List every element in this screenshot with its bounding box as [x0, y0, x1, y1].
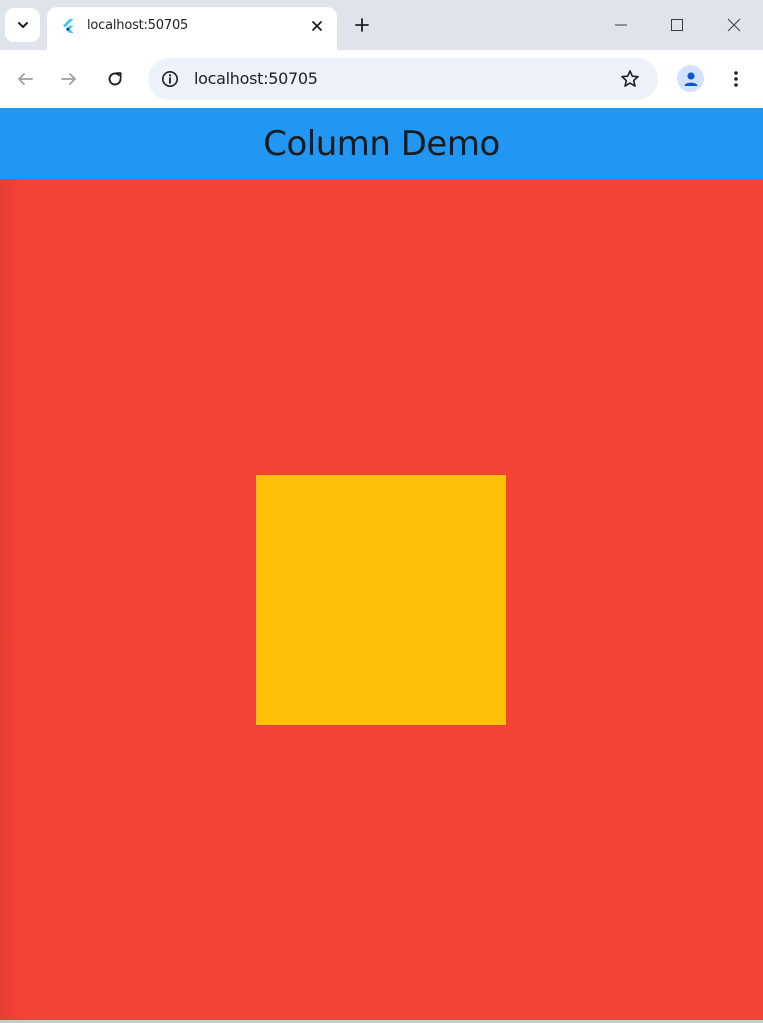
minimize-button[interactable] — [609, 13, 633, 37]
minimize-icon — [614, 18, 628, 32]
body-edge-shadow — [0, 179, 24, 1021]
chevron-down-icon — [16, 18, 30, 32]
browser-tab[interactable]: localhost:50705 — [47, 7, 337, 50]
arrow-left-icon — [16, 70, 34, 88]
star-icon[interactable] — [618, 67, 642, 91]
reload-icon — [106, 70, 124, 88]
arrow-right-icon — [60, 70, 78, 88]
new-tab-button[interactable] — [350, 13, 374, 37]
tab-strip: localhost:50705 — [0, 0, 763, 50]
forward-button[interactable] — [57, 67, 81, 91]
profile-button[interactable] — [677, 65, 704, 92]
close-icon[interactable] — [309, 18, 325, 34]
plus-icon — [355, 18, 369, 32]
tab-search-button[interactable] — [5, 8, 40, 42]
maximize-icon — [670, 18, 684, 32]
tab-title: localhost:50705 — [87, 18, 189, 33]
flutter-logo-icon — [60, 18, 76, 34]
person-icon — [682, 70, 700, 88]
close-icon — [727, 18, 741, 32]
back-button[interactable] — [13, 67, 37, 91]
browser-toolbar: localhost:50705 — [0, 50, 763, 108]
close-window-button[interactable] — [722, 13, 746, 37]
more-vert-icon — [733, 70, 739, 88]
reload-button[interactable] — [103, 67, 127, 91]
address-bar[interactable]: localhost:50705 — [148, 58, 658, 100]
browser-menu-button[interactable] — [724, 67, 748, 91]
amber-square — [256, 475, 506, 725]
maximize-button[interactable] — [665, 13, 689, 37]
url-text[interactable]: localhost:50705 — [194, 69, 318, 88]
info-icon[interactable] — [158, 67, 182, 91]
page-title: Column Demo — [263, 124, 500, 164]
app-bar: Column Demo — [0, 108, 763, 179]
